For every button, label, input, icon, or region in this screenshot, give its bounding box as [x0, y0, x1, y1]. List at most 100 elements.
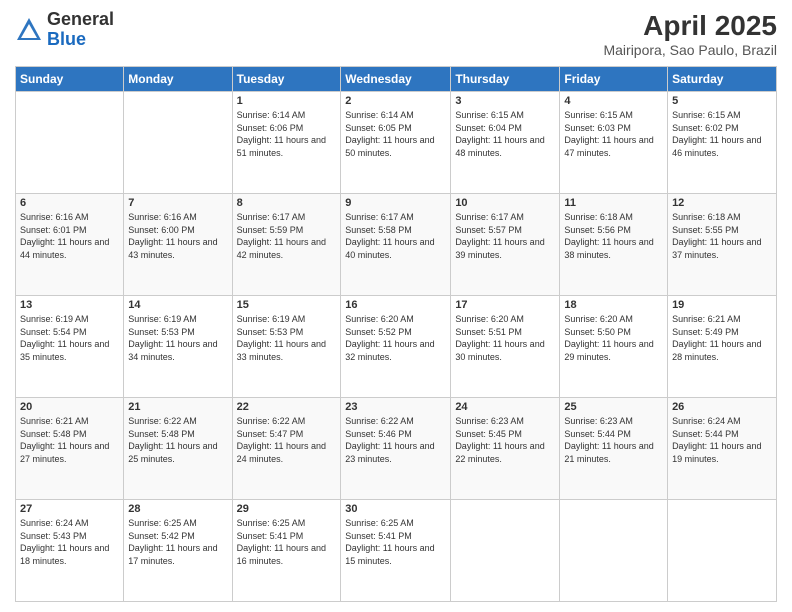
- header-friday: Friday: [560, 67, 668, 92]
- calendar-cell: 27Sunrise: 6:24 AM Sunset: 5:43 PM Dayli…: [16, 500, 124, 602]
- header-saturday: Saturday: [668, 67, 777, 92]
- day-number: 7: [128, 197, 227, 209]
- header-tuesday: Tuesday: [232, 67, 341, 92]
- day-info: Sunrise: 6:21 AM Sunset: 5:49 PM Dayligh…: [672, 313, 772, 363]
- day-number: 29: [237, 503, 337, 515]
- day-info: Sunrise: 6:23 AM Sunset: 5:44 PM Dayligh…: [564, 415, 663, 465]
- day-info: Sunrise: 6:20 AM Sunset: 5:50 PM Dayligh…: [564, 313, 663, 363]
- calendar-cell: 15 Sunrise: 6:19 AM Sunset: 5:53 PM Dayli…: [232, 296, 341, 398]
- calendar-cell: [16, 92, 124, 194]
- header-wednesday: Wednesday: [341, 67, 451, 92]
- day-number: 12: [672, 197, 772, 209]
- week-row-1: 1 Sunrise: 6:14 AM Sunset: 6:06 PM Daylig…: [16, 92, 777, 194]
- header-sunday: Sunday: [16, 67, 124, 92]
- day-info: Sunrise: 6:17 AM Sunset: 5:57 PM Dayligh…: [455, 211, 555, 261]
- day-info: Sunrise: 6:17 AM Sunset: 5:58 PM Dayligh…: [345, 211, 446, 261]
- day-info: Sunrise: 6:23 AM Sunset: 5:45 PM Dayligh…: [455, 415, 555, 465]
- weekday-header-row: Sunday Monday Tuesday Wednesday Thursday…: [16, 67, 777, 92]
- day-number: 30: [345, 503, 446, 515]
- day-number: 19: [672, 299, 772, 311]
- day-number: 22: [237, 401, 337, 413]
- day-info: Sunrise: 6:18 AM Sunset: 5:56 PM Dayligh…: [564, 211, 663, 261]
- day-number: 15: [237, 299, 337, 311]
- day-info: Sunrise: 6:22 AM Sunset: 5:47 PM Dayligh…: [237, 415, 337, 465]
- day-info: Sunrise: 6:25 AM Sunset: 5:42 PM Dayligh…: [128, 517, 227, 567]
- week-row-4: 20 Sunrise: 6:21 AM Sunset: 5:48 PM Dayli…: [16, 398, 777, 500]
- week-row-3: 13 Sunrise: 6:19 AM Sunset: 5:54 PM Dayli…: [16, 296, 777, 398]
- day-info: Sunrise: 6:14 AM Sunset: 6:06 PM Dayligh…: [237, 109, 337, 159]
- day-info: Sunrise: 6:14 AM Sunset: 6:05 PM Dayligh…: [345, 109, 446, 159]
- logo-general: General: [47, 10, 114, 30]
- day-info: Sunrise: 6:22 AM Sunset: 5:48 PM Dayligh…: [128, 415, 227, 465]
- header-thursday: Thursday: [451, 67, 560, 92]
- day-number: 28: [128, 503, 227, 515]
- calendar-cell: 3Sunrise: 6:15 AM Sunset: 6:04 PM Daylig…: [451, 92, 560, 194]
- day-info: Sunrise: 6:24 AM Sunset: 5:44 PM Dayligh…: [672, 415, 772, 465]
- calendar-cell: 10Sunrise: 6:17 AM Sunset: 5:57 PM Dayli…: [451, 194, 560, 296]
- calendar-cell: 22 Sunrise: 6:22 AM Sunset: 5:47 PM Dayli…: [232, 398, 341, 500]
- calendar-cell: 26 Sunrise: 6:24 AM Sunset: 5:44 PM Dayli…: [668, 398, 777, 500]
- day-info: Sunrise: 6:25 AM Sunset: 5:41 PM Dayligh…: [237, 517, 337, 567]
- day-info: Sunrise: 6:15 AM Sunset: 6:02 PM Dayligh…: [672, 109, 772, 159]
- calendar-cell: 7 Sunrise: 6:16 AM Sunset: 6:00 PM Daylig…: [124, 194, 232, 296]
- location: Mairipora, Sao Paulo, Brazil: [603, 42, 777, 58]
- day-number: 9: [345, 197, 446, 209]
- calendar-cell: 14Sunrise: 6:19 AM Sunset: 5:53 PM Dayli…: [124, 296, 232, 398]
- header: General Blue April 2025 Mairipora, Sao P…: [15, 10, 777, 58]
- calendar-cell: 5 Sunrise: 6:15 AM Sunset: 6:02 PM Daylig…: [668, 92, 777, 194]
- day-number: 24: [455, 401, 555, 413]
- day-number: 26: [672, 401, 772, 413]
- day-number: 2: [345, 95, 446, 107]
- day-info: Sunrise: 6:19 AM Sunset: 5:54 PM Dayligh…: [20, 313, 119, 363]
- calendar-cell: [560, 500, 668, 602]
- day-number: 18: [564, 299, 663, 311]
- page: General Blue April 2025 Mairipora, Sao P…: [0, 0, 792, 612]
- day-info: Sunrise: 6:20 AM Sunset: 5:51 PM Dayligh…: [455, 313, 555, 363]
- calendar-cell: 9 Sunrise: 6:17 AM Sunset: 5:58 PM Daylig…: [341, 194, 451, 296]
- day-info: Sunrise: 6:15 AM Sunset: 6:04 PM Dayligh…: [455, 109, 555, 159]
- header-monday: Monday: [124, 67, 232, 92]
- calendar-table: Sunday Monday Tuesday Wednesday Thursday…: [15, 66, 777, 602]
- calendar-cell: 16Sunrise: 6:20 AM Sunset: 5:52 PM Dayli…: [341, 296, 451, 398]
- day-number: 1: [237, 95, 337, 107]
- day-number: 20: [20, 401, 119, 413]
- calendar-cell: 28 Sunrise: 6:25 AM Sunset: 5:42 PM Dayli…: [124, 500, 232, 602]
- day-number: 13: [20, 299, 119, 311]
- calendar-cell: 30 Sunrise: 6:25 AM Sunset: 5:41 PM Dayli…: [341, 500, 451, 602]
- day-number: 5: [672, 95, 772, 107]
- calendar-cell: 4Sunrise: 6:15 AM Sunset: 6:03 PM Daylig…: [560, 92, 668, 194]
- day-number: 6: [20, 197, 119, 209]
- calendar-cell: 8Sunrise: 6:17 AM Sunset: 5:59 PM Daylig…: [232, 194, 341, 296]
- day-info: Sunrise: 6:21 AM Sunset: 5:48 PM Dayligh…: [20, 415, 119, 465]
- calendar-cell: 21Sunrise: 6:22 AM Sunset: 5:48 PM Dayli…: [124, 398, 232, 500]
- calendar-cell: 25Sunrise: 6:23 AM Sunset: 5:44 PM Dayli…: [560, 398, 668, 500]
- day-number: 17: [455, 299, 555, 311]
- calendar-cell: 1 Sunrise: 6:14 AM Sunset: 6:06 PM Daylig…: [232, 92, 341, 194]
- day-info: Sunrise: 6:25 AM Sunset: 5:41 PM Dayligh…: [345, 517, 446, 567]
- day-info: Sunrise: 6:22 AM Sunset: 5:46 PM Dayligh…: [345, 415, 446, 465]
- calendar-cell: 18 Sunrise: 6:20 AM Sunset: 5:50 PM Dayli…: [560, 296, 668, 398]
- day-number: 27: [20, 503, 119, 515]
- week-row-2: 6 Sunrise: 6:16 AM Sunset: 6:01 PM Daylig…: [16, 194, 777, 296]
- day-info: Sunrise: 6:19 AM Sunset: 5:53 PM Dayligh…: [128, 313, 227, 363]
- day-info: Sunrise: 6:20 AM Sunset: 5:52 PM Dayligh…: [345, 313, 446, 363]
- day-number: 23: [345, 401, 446, 413]
- calendar-cell: [124, 92, 232, 194]
- calendar-cell: 12 Sunrise: 6:18 AM Sunset: 5:55 PM Dayli…: [668, 194, 777, 296]
- calendar-cell: 29 Sunrise: 6:25 AM Sunset: 5:41 PM Dayli…: [232, 500, 341, 602]
- day-info: Sunrise: 6:18 AM Sunset: 5:55 PM Dayligh…: [672, 211, 772, 261]
- title-block: April 2025 Mairipora, Sao Paulo, Brazil: [603, 10, 777, 58]
- calendar-cell: 24 Sunrise: 6:23 AM Sunset: 5:45 PM Dayli…: [451, 398, 560, 500]
- day-info: Sunrise: 6:16 AM Sunset: 6:00 PM Dayligh…: [128, 211, 227, 261]
- logo-text: General Blue: [47, 10, 114, 50]
- calendar-cell: 20 Sunrise: 6:21 AM Sunset: 5:48 PM Dayli…: [16, 398, 124, 500]
- calendar-cell: 17 Sunrise: 6:20 AM Sunset: 5:51 PM Dayli…: [451, 296, 560, 398]
- calendar-cell: [668, 500, 777, 602]
- day-info: Sunrise: 6:16 AM Sunset: 6:01 PM Dayligh…: [20, 211, 119, 261]
- logo: General Blue: [15, 10, 114, 50]
- calendar-cell: 19 Sunrise: 6:21 AM Sunset: 5:49 PM Dayli…: [668, 296, 777, 398]
- day-info: Sunrise: 6:19 AM Sunset: 5:53 PM Dayligh…: [237, 313, 337, 363]
- day-info: Sunrise: 6:15 AM Sunset: 6:03 PM Dayligh…: [564, 109, 663, 159]
- week-row-5: 27Sunrise: 6:24 AM Sunset: 5:43 PM Dayli…: [16, 500, 777, 602]
- logo-icon: [15, 16, 43, 44]
